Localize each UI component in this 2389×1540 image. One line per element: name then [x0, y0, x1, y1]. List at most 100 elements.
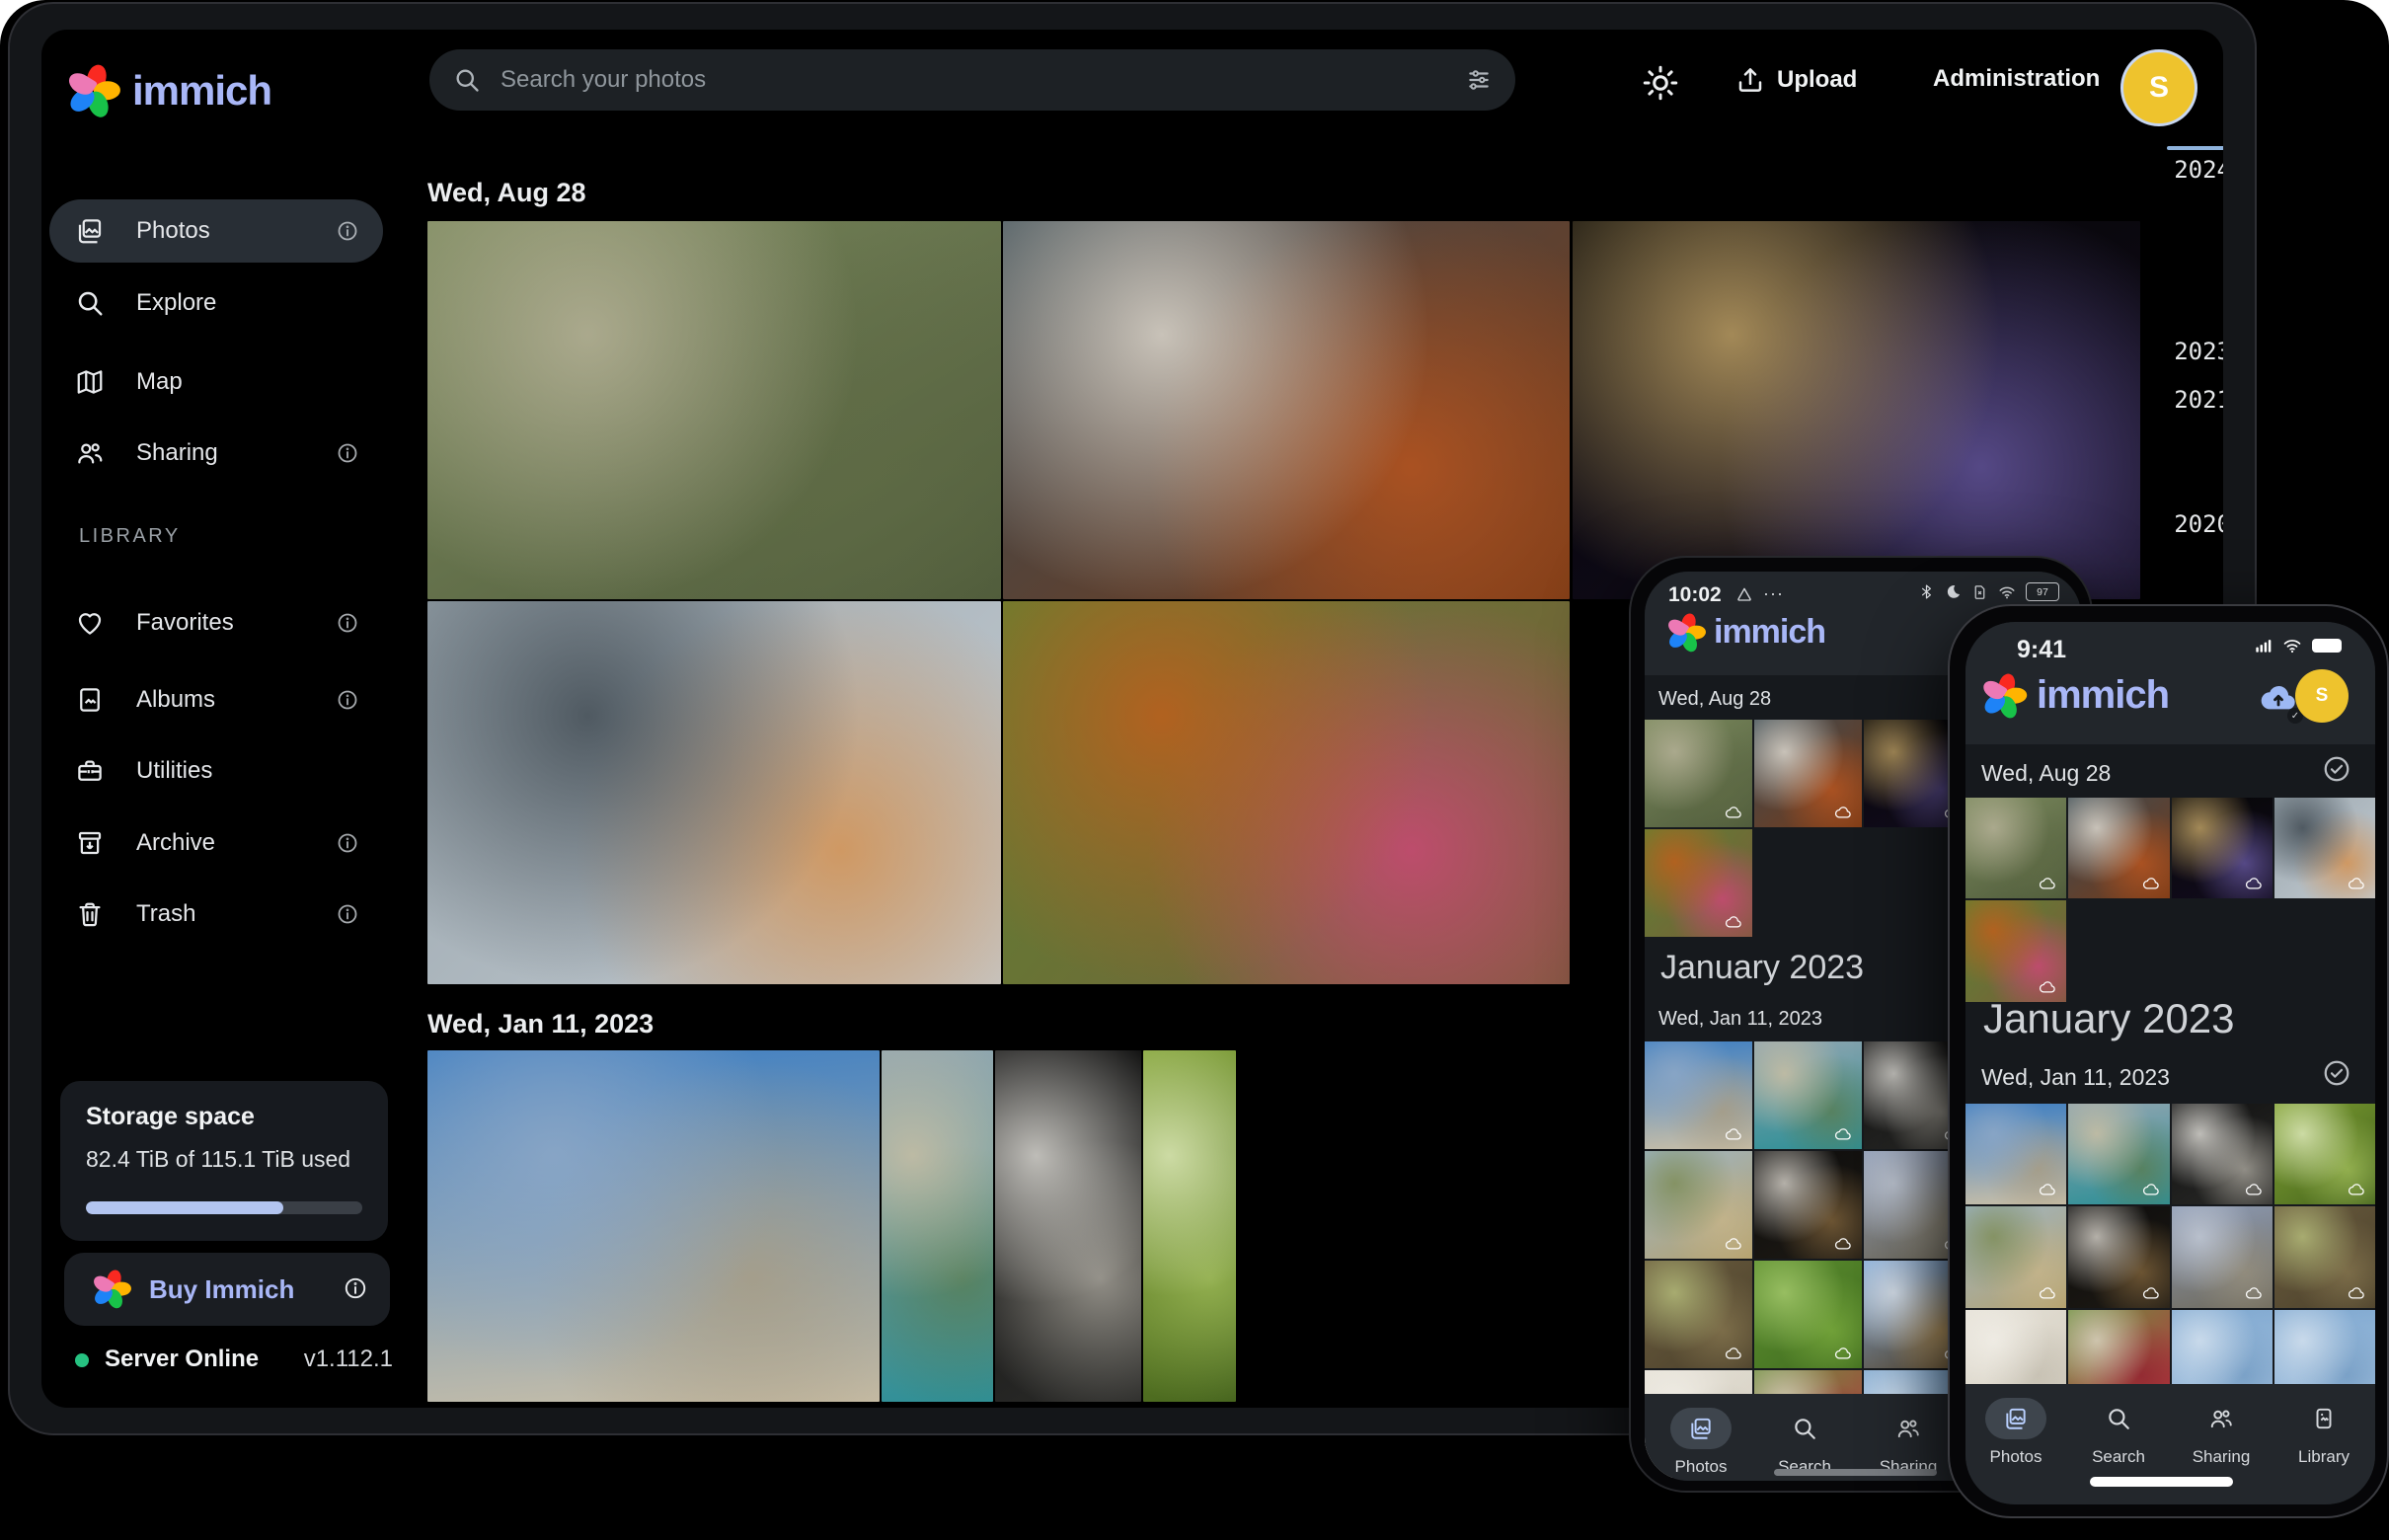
- photo-thumbnail-berries[interactable]: [2274, 1104, 2375, 1204]
- user-avatar[interactable]: S: [2120, 49, 2197, 126]
- photo-thumbnail-fortress[interactable]: [1965, 1104, 2066, 1204]
- archive-icon: [75, 828, 105, 858]
- photo-thumbnail-beach[interactable]: [1965, 1206, 2066, 1307]
- info-icon[interactable]: [336, 219, 359, 243]
- nav-tab-sharing[interactable]: Sharing: [1864, 1408, 1953, 1477]
- select-all-icon[interactable]: [2322, 1058, 2351, 1093]
- photo-thumbnail-autumn[interactable]: [1645, 829, 1752, 937]
- photo-thumbnail-dinner[interactable]: [2068, 798, 2169, 898]
- sidebar-item-explore[interactable]: Explore: [49, 271, 383, 335]
- nav-tab-photos[interactable]: Photos: [1971, 1398, 2060, 1467]
- photo-thumbnail-beach[interactable]: [1645, 1151, 1752, 1259]
- cloud-backup-icon: [1722, 1235, 1745, 1253]
- home-indicator[interactable]: [2090, 1477, 2233, 1487]
- nav-label: Search: [2092, 1447, 2145, 1467]
- phone2-photo-grid-jan: [1965, 1104, 2375, 1411]
- battery-icon: 97: [2026, 582, 2059, 601]
- photo-thumbnail-fireworks[interactable]: [2172, 798, 2273, 898]
- photo-thumbnail-bust2[interactable]: [2068, 1206, 2169, 1307]
- select-all-icon[interactable]: [2322, 754, 2351, 789]
- sidebar-item-map[interactable]: Map: [49, 350, 383, 414]
- album-icon: [75, 685, 105, 715]
- phone2-app-logo[interactable]: immich: [1981, 673, 2169, 718]
- nav-tab-photos[interactable]: Photos: [1657, 1408, 1745, 1477]
- photo-coastal[interactable]: [882, 1050, 993, 1402]
- info-icon[interactable]: [343, 1275, 368, 1306]
- upload-button[interactable]: Upload: [1735, 65, 1857, 95]
- sidebar-item-photos[interactable]: Photos: [49, 199, 383, 263]
- photo-thumbnail-fortress[interactable]: [1645, 1041, 1752, 1149]
- phone1-date-heading: Wed, Aug 28: [1658, 688, 1771, 711]
- cloud-backup-icon: [2242, 1181, 2266, 1198]
- theme-toggle-button[interactable]: [1643, 65, 1678, 106]
- photo-fireworks[interactable]: [1573, 221, 2140, 599]
- nav-tab-sharing[interactable]: Sharing: [2177, 1398, 2266, 1467]
- timeline-indicator-line: [2167, 146, 2223, 150]
- cloud-backup-icon: [1831, 1345, 1855, 1362]
- photo-hands[interactable]: [427, 601, 1001, 984]
- nav-tab-search[interactable]: Search: [1760, 1408, 1849, 1477]
- photos-icon: [2003, 1406, 2029, 1431]
- photo-bust[interactable]: [995, 1050, 1141, 1402]
- photo-thumbnail-monkeys[interactable]: [1965, 798, 2066, 898]
- nav-tab-library[interactable]: Library: [2279, 1398, 2368, 1467]
- timeline-scrubber[interactable]: 2024 2023 2021 2020: [2144, 128, 2223, 681]
- phone2-date-heading: Wed, Aug 28: [1981, 760, 2111, 787]
- photo-fortress[interactable]: [427, 1050, 880, 1402]
- photo-autumn[interactable]: [1003, 601, 1570, 984]
- info-icon[interactable]: [336, 902, 359, 926]
- immich-logo-icon: [1666, 614, 1704, 652]
- cloud-backup-icon: [2036, 1284, 2059, 1302]
- sidebar-item-sharing[interactable]: Sharing: [49, 422, 383, 485]
- immich-logo-icon: [67, 65, 118, 116]
- sidebar-item-trash[interactable]: Trash: [49, 883, 383, 946]
- app-logo[interactable]: immich: [67, 65, 271, 116]
- sidebar-item-utilities[interactable]: Utilities: [49, 739, 383, 803]
- photo-dinner[interactable]: [1003, 221, 1570, 599]
- immich-logo-icon: [92, 1270, 129, 1308]
- info-icon[interactable]: [336, 688, 359, 712]
- photo-thumbnail-coastal[interactable]: [1754, 1041, 1862, 1149]
- backup-cloud-button[interactable]: ✓: [2258, 677, 2299, 724]
- bluetooth-icon: [1918, 583, 1935, 600]
- timeline-year-2020[interactable]: 2020: [2172, 510, 2223, 538]
- photo-berries[interactable]: [1143, 1050, 1236, 1402]
- search-bar[interactable]: [429, 49, 1515, 111]
- photo-thumbnail-lizard1[interactable]: [2274, 1206, 2375, 1307]
- sidebar-item-favorites[interactable]: Favorites: [49, 591, 383, 654]
- info-icon[interactable]: [336, 441, 359, 465]
- photo-thumbnail-hands[interactable]: [2274, 798, 2375, 898]
- battery-icon: [2312, 639, 2342, 653]
- timeline-year-2023[interactable]: 2023: [2172, 338, 2223, 365]
- phone1-app-logo[interactable]: immich: [1666, 613, 1825, 652]
- info-icon[interactable]: [336, 831, 359, 855]
- photo-monkeys[interactable]: [427, 221, 1001, 599]
- timeline-year-2021[interactable]: 2021: [2172, 386, 2223, 414]
- avatar-initial: S: [2149, 71, 2169, 105]
- photo-thumbnail-lizard2[interactable]: [1754, 1261, 1862, 1368]
- signal-bars-icon: [2253, 636, 2273, 655]
- photo-thumbnail-coastal[interactable]: [2068, 1104, 2169, 1204]
- sidebar-item-albums[interactable]: Albums: [49, 668, 383, 732]
- search-input[interactable]: [499, 65, 1448, 95]
- photo-thumbnail-monkeys[interactable]: [1645, 720, 1752, 827]
- empty-grid-cell: [2068, 900, 2169, 1001]
- photo-thumbnail-autumn[interactable]: [1965, 900, 2066, 1001]
- administration-link[interactable]: Administration: [1933, 65, 2100, 93]
- timeline-year-2024[interactable]: 2024: [2172, 156, 2223, 184]
- sidebar-label: Explore: [136, 289, 216, 317]
- photo-thumbnail-bust2[interactable]: [1754, 1151, 1862, 1259]
- phone2-user-avatar[interactable]: S: [2295, 669, 2349, 723]
- section-date-heading: Wed, Aug 28: [427, 178, 586, 208]
- buy-immich-button[interactable]: Buy Immich: [64, 1253, 390, 1326]
- home-indicator[interactable]: [1774, 1469, 1937, 1476]
- sidebar-label: Archive: [136, 829, 215, 857]
- photo-thumbnail-dinner[interactable]: [1754, 720, 1862, 827]
- sidebar-item-archive[interactable]: Archive: [49, 811, 383, 875]
- photo-thumbnail-ruins[interactable]: [2172, 1206, 2273, 1307]
- photo-thumbnail-lizard1[interactable]: [1645, 1261, 1752, 1368]
- filter-sliders-icon[interactable]: [1466, 67, 1492, 93]
- info-icon[interactable]: [336, 611, 359, 635]
- photo-thumbnail-bust[interactable]: [2172, 1104, 2273, 1204]
- nav-tab-search[interactable]: Search: [2074, 1398, 2163, 1467]
